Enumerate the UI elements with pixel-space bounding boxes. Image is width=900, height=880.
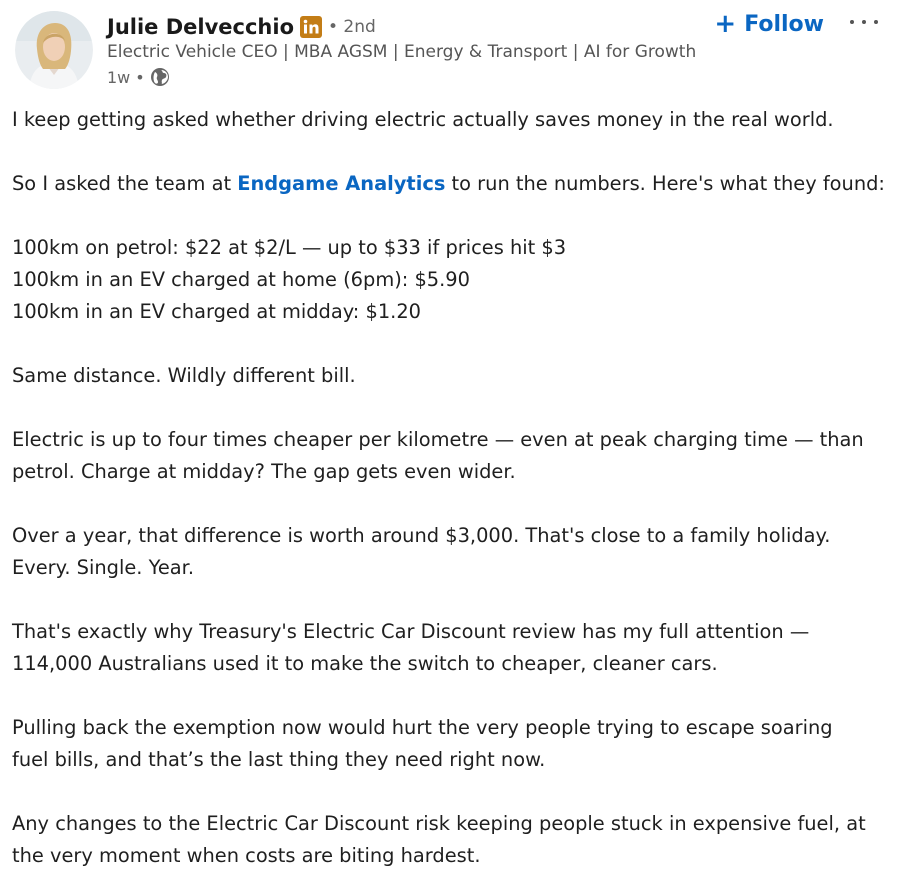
paragraph-break bbox=[12, 200, 888, 232]
post-line: fuel bills, and that’s the last thing th… bbox=[12, 748, 546, 771]
post-line: petrol. Charge at midday? The gap gets e… bbox=[12, 460, 516, 483]
linkedin-icon bbox=[300, 16, 322, 38]
paragraph-break bbox=[12, 136, 888, 168]
post-line: the very moment when costs are biting ha… bbox=[12, 844, 481, 867]
linkedin-post: Julie Delvecchio • 2nd Electric Vehicle … bbox=[0, 0, 900, 880]
paragraph-break bbox=[12, 776, 888, 808]
post-line: 100km on petrol: $22 at $2/L — up to $33… bbox=[12, 236, 567, 259]
author-name-row: Julie Delvecchio • 2nd bbox=[107, 12, 376, 42]
follow-button[interactable]: + Follow bbox=[714, 10, 824, 38]
company-mention-link[interactable]: Endgame Analytics bbox=[237, 172, 445, 195]
post-line: Electric is up to four times cheaper per… bbox=[12, 428, 864, 451]
meta-separator: • bbox=[135, 67, 145, 87]
avatar[interactable] bbox=[15, 11, 93, 89]
post-line: So I asked the team at Endgame Analytics… bbox=[12, 168, 888, 200]
post-header: Julie Delvecchio • 2nd Electric Vehicle … bbox=[12, 10, 888, 90]
globe-icon bbox=[150, 67, 170, 87]
more-dot bbox=[874, 20, 878, 24]
post-line: That's exactly why Treasury's Electric C… bbox=[12, 620, 810, 643]
post-text: to run the numbers. Here's what they fou… bbox=[445, 172, 885, 195]
post-line: 100km in an EV charged at home (6pm): $5… bbox=[12, 268, 470, 291]
paragraph-break bbox=[12, 488, 888, 520]
post-line: Over a year, that difference is worth ar… bbox=[12, 524, 831, 547]
post-line: 100km in an EV charged at midday: $1.20 bbox=[12, 300, 422, 323]
paragraph-break bbox=[12, 680, 888, 712]
author-name[interactable]: Julie Delvecchio bbox=[107, 15, 294, 39]
post-line: Pulling back the exemption now would hur… bbox=[12, 716, 833, 739]
paragraph-break bbox=[12, 392, 888, 424]
connection-degree: • 2nd bbox=[328, 17, 376, 37]
post-meta: 1w • bbox=[107, 66, 170, 88]
post-text: So I asked the team at bbox=[12, 172, 238, 195]
paragraph-break bbox=[12, 584, 888, 616]
more-dot bbox=[850, 20, 854, 24]
post-line: Same distance. Wildly different bill. bbox=[12, 364, 356, 387]
more-dot bbox=[862, 20, 866, 24]
post-body: I keep getting asked whether driving ele… bbox=[12, 104, 888, 872]
post-time[interactable]: 1w bbox=[107, 68, 130, 87]
paragraph-break bbox=[12, 328, 888, 360]
follow-label: Follow bbox=[744, 11, 824, 37]
more-icon[interactable] bbox=[850, 10, 878, 34]
author-headline: Electric Vehicle CEO | MBA AGSM | Energy… bbox=[107, 42, 697, 62]
plus-icon: + bbox=[714, 9, 737, 39]
post-line: 114,000 Australians used it to make the … bbox=[12, 652, 718, 675]
post-line: Any changes to the Electric Car Discount… bbox=[12, 812, 866, 835]
post-line: I keep getting asked whether driving ele… bbox=[12, 108, 834, 131]
post-line: Every. Single. Year. bbox=[12, 556, 195, 579]
